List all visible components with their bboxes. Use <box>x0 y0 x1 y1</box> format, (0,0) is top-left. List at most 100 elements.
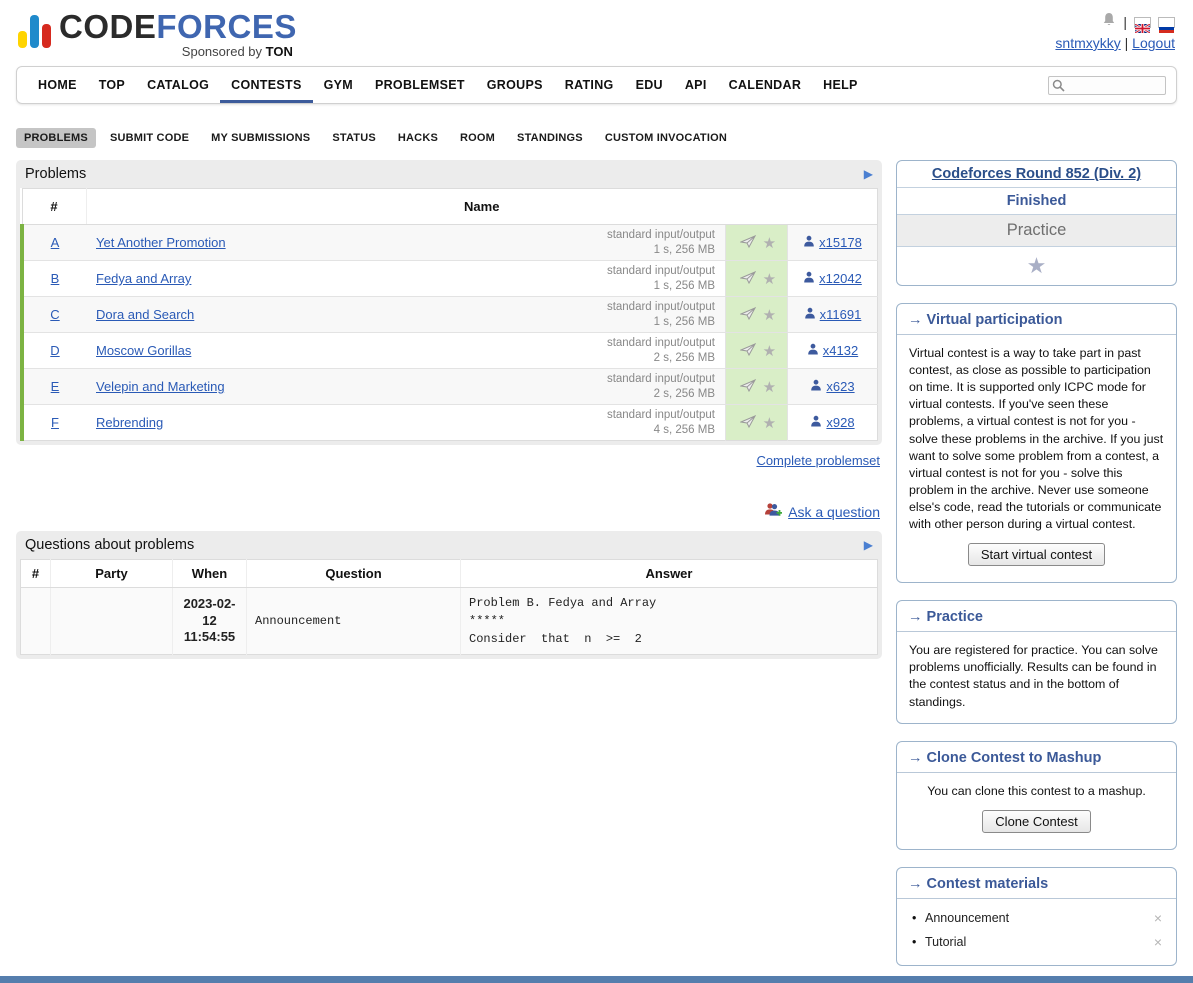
favorite-star-icon[interactable] <box>763 307 776 324</box>
contest-info-box: Codeforces Round 852 (Div. 2) Finished P… <box>896 160 1177 286</box>
solved-count-link[interactable]: x4132 <box>823 343 858 358</box>
nav-contests[interactable]: CONTESTS <box>220 67 312 103</box>
person-icon <box>804 307 816 322</box>
tab-hacks[interactable]: HACKS <box>390 128 446 148</box>
column-header-party: Party <box>51 560 173 588</box>
bell-icon[interactable] <box>1102 12 1116 33</box>
problem-row: A Yet Another Promotion standard input/o… <box>22 225 878 261</box>
nav-gym[interactable]: GYM <box>313 67 364 103</box>
main-menu: HOME TOP CATALOG CONTESTS GYM PROBLEMSET… <box>16 66 1177 104</box>
expand-arrow-icon[interactable] <box>864 538 873 552</box>
contest-submenu: PROBLEMS SUBMIT CODE MY SUBMISSIONS STAT… <box>16 128 1177 148</box>
column-header-question: Question <box>247 560 461 588</box>
start-virtual-contest-button[interactable]: Start virtual contest <box>968 543 1105 566</box>
problem-name-link[interactable]: Fedya and Array <box>96 271 191 286</box>
solved-count-link[interactable]: x12042 <box>819 271 862 286</box>
user-separator: | <box>1125 35 1129 51</box>
problem-name-link[interactable]: Moscow Gorillas <box>96 343 191 358</box>
paper-plane-icon[interactable] <box>740 271 756 287</box>
nav-catalog[interactable]: CATALOG <box>136 67 220 103</box>
problem-name-link[interactable]: Rebrending <box>96 415 163 430</box>
tab-room[interactable]: ROOM <box>452 128 503 148</box>
favorite-star-icon[interactable] <box>1027 253 1047 278</box>
contest-title-link[interactable]: Codeforces Round 852 (Div. 2) <box>932 166 1141 182</box>
problem-index-link[interactable]: A <box>51 235 60 250</box>
problem-row: C Dora and Search standard input/output1… <box>22 297 878 333</box>
paper-plane-icon[interactable] <box>740 235 756 251</box>
uk-flag-icon[interactable] <box>1134 17 1151 28</box>
problem-index-link[interactable]: B <box>51 271 60 286</box>
logo-title: CODEFORCES <box>59 10 297 43</box>
nav-api[interactable]: API <box>674 67 718 103</box>
problem-index-link[interactable]: C <box>50 307 59 322</box>
problem-row: F Rebrending standard input/output4 s, 2… <box>22 405 878 441</box>
username-link[interactable]: sntmxykky <box>1055 35 1120 51</box>
problem-index-link[interactable]: E <box>51 379 60 394</box>
nav-rating[interactable]: RATING <box>554 67 625 103</box>
contest-materials-box: → Contest materials Announcement Tutoria… <box>896 867 1177 966</box>
problem-row: E Velepin and Marketing standard input/o… <box>22 369 878 405</box>
problem-name-link[interactable]: Velepin and Marketing <box>96 379 225 394</box>
solved-count-link[interactable]: x623 <box>826 379 854 394</box>
tab-submit-code[interactable]: SUBMIT CODE <box>102 128 197 148</box>
codeforces-logo[interactable]: CODEFORCES Sponsored by TON <box>18 10 297 58</box>
paper-plane-icon[interactable] <box>740 379 756 395</box>
nav-problemset[interactable]: PROBLEMSET <box>364 67 476 103</box>
search-icon <box>1052 79 1065 92</box>
logo-subtitle: Sponsored by TON <box>59 45 297 58</box>
complete-problemset-link[interactable]: Complete problemset <box>756 453 880 468</box>
tab-problems[interactable]: PROBLEMS <box>16 128 96 148</box>
close-icon[interactable] <box>1154 911 1162 925</box>
virtual-participation-text: Virtual contest is a way to take part in… <box>909 346 1163 531</box>
question-num <box>21 588 51 655</box>
solved-count-link[interactable]: x11691 <box>820 307 862 322</box>
ask-question-icon <box>764 502 782 521</box>
material-item-tutorial[interactable]: Tutorial <box>925 935 1162 949</box>
nav-help[interactable]: HELP <box>812 67 869 103</box>
favorite-star-icon[interactable] <box>763 379 776 396</box>
contest-mode: Practice <box>897 215 1176 247</box>
clone-contest-button[interactable]: Clone Contest <box>982 810 1090 833</box>
question-row: 2023-02-12 11:54:55 Announcement Problem… <box>21 588 878 655</box>
problem-index-link[interactable]: D <box>50 343 59 358</box>
question-party <box>51 588 173 655</box>
tab-custom-invocation[interactable]: CUSTOM INVOCATION <box>597 128 735 148</box>
ask-question-link[interactable]: Ask a question <box>788 504 880 520</box>
paper-plane-icon[interactable] <box>740 415 756 431</box>
paper-plane-icon[interactable] <box>740 343 756 359</box>
questions-datatable: Questions about problems # Party When Qu… <box>16 531 882 659</box>
expand-arrow-icon[interactable] <box>864 167 873 181</box>
search-input[interactable] <box>1048 76 1166 95</box>
contest-status: Finished <box>897 188 1176 215</box>
contest-materials-title: → Contest materials <box>897 868 1176 899</box>
logout-link[interactable]: Logout <box>1132 35 1175 51</box>
solved-count-link[interactable]: x15178 <box>819 235 862 250</box>
nav-home[interactable]: HOME <box>27 67 88 103</box>
favorite-star-icon[interactable] <box>763 343 776 360</box>
virtual-participation-box: → Virtual participation Virtual contest … <box>896 303 1177 583</box>
person-icon <box>810 415 822 430</box>
nav-groups[interactable]: GROUPS <box>476 67 554 103</box>
problem-index-link[interactable]: F <box>51 415 59 430</box>
paper-plane-icon[interactable] <box>740 307 756 323</box>
tab-status[interactable]: STATUS <box>324 128 384 148</box>
solved-count-link[interactable]: x928 <box>826 415 854 430</box>
nav-top[interactable]: TOP <box>88 67 136 103</box>
nav-edu[interactable]: EDU <box>625 67 674 103</box>
problem-name-link[interactable]: Yet Another Promotion <box>96 235 226 250</box>
footer-bar <box>0 976 1193 983</box>
problem-limits: standard input/output2 s, 256 MB <box>607 372 715 402</box>
close-icon[interactable] <box>1154 935 1162 949</box>
logo-bars-icon <box>18 10 51 48</box>
nav-calendar[interactable]: CALENDAR <box>718 67 813 103</box>
questions-title: Questions about problems <box>25 537 194 553</box>
favorite-star-icon[interactable] <box>763 235 776 252</box>
favorite-star-icon[interactable] <box>763 415 776 432</box>
favorite-star-icon[interactable] <box>763 271 776 288</box>
virtual-participation-title: → Virtual participation <box>897 304 1176 335</box>
material-item-announcement[interactable]: Announcement <box>925 911 1162 925</box>
problem-name-link[interactable]: Dora and Search <box>96 307 194 322</box>
tab-standings[interactable]: STANDINGS <box>509 128 591 148</box>
ru-flag-icon[interactable] <box>1158 17 1175 28</box>
tab-my-submissions[interactable]: MY SUBMISSIONS <box>203 128 318 148</box>
